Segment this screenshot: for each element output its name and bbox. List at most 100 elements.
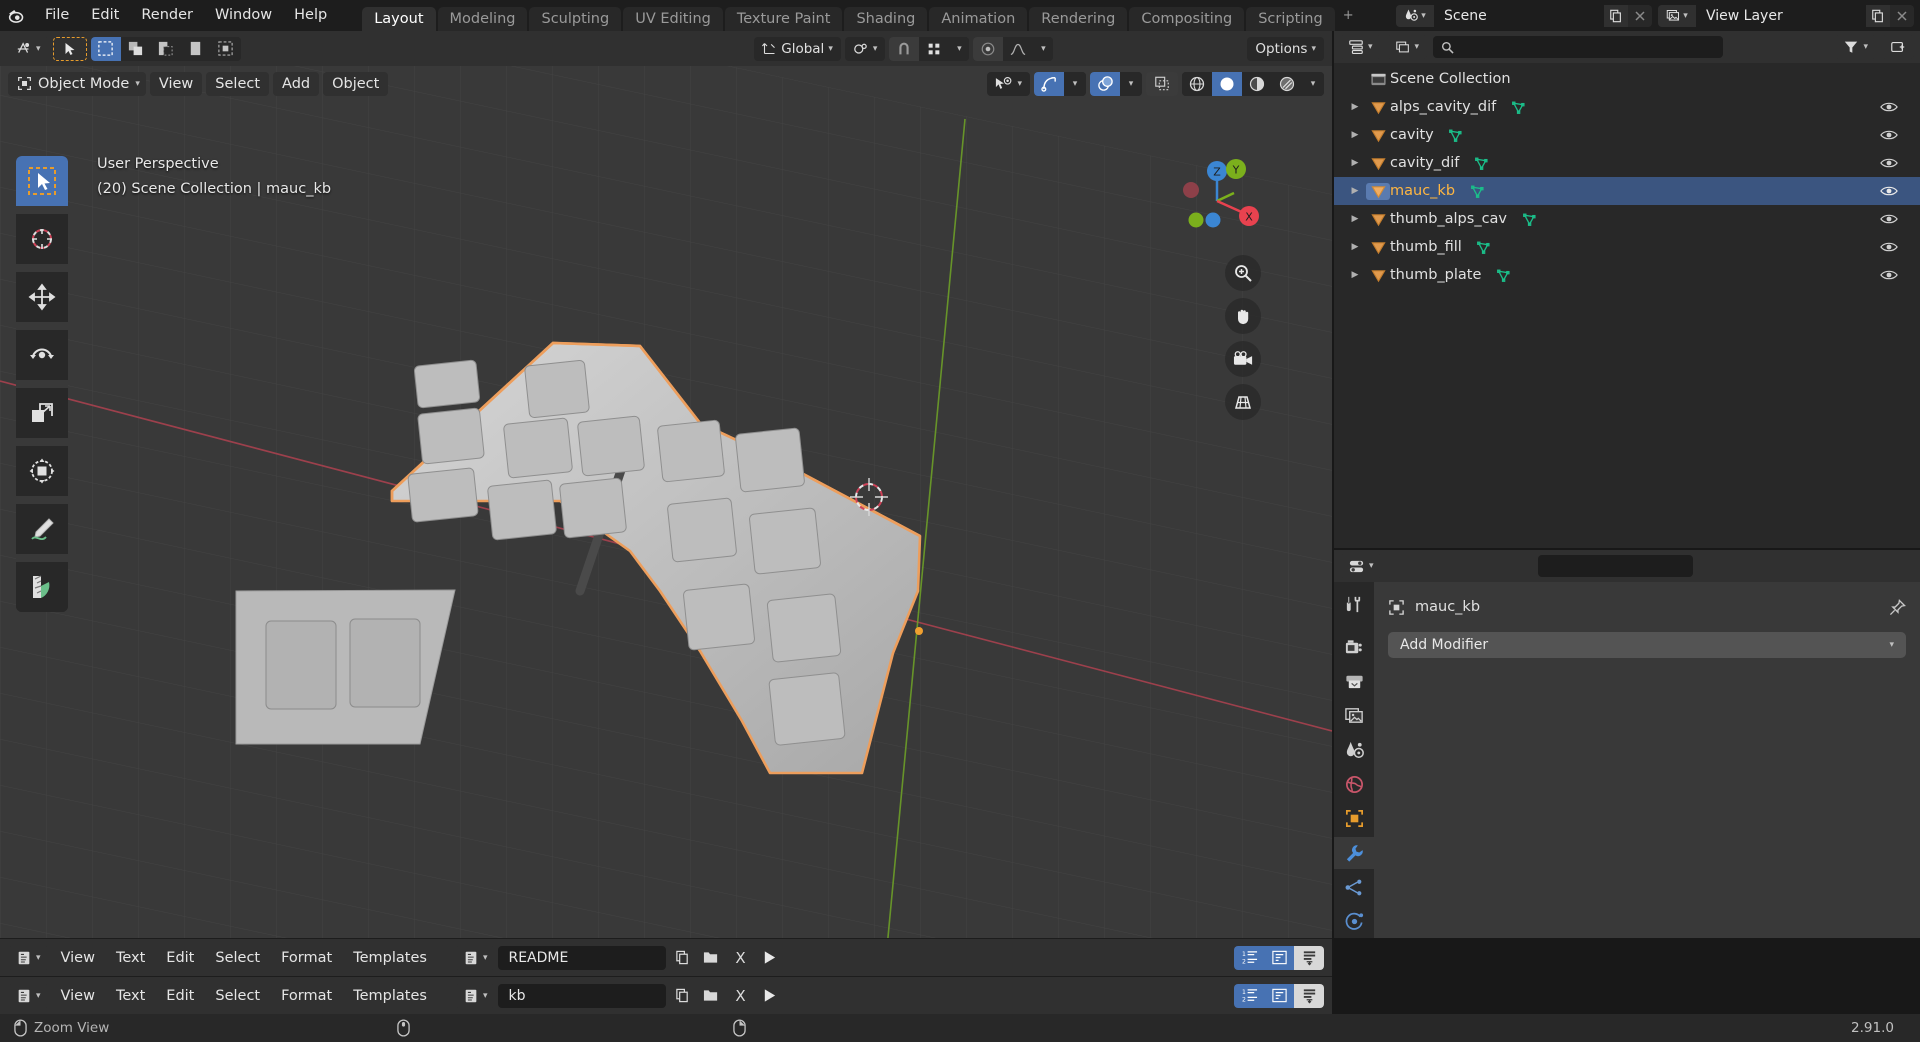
workspace-tab-layout[interactable]: Layout [362,7,436,31]
run-script-icon[interactable] [756,945,783,970]
viewport-menu-view[interactable]: View [149,71,203,96]
transform-tool-icon[interactable] [16,446,68,496]
scene-icon[interactable]: ▾ [1396,4,1434,27]
text-editor-icon[interactable]: ▾ [8,983,49,1008]
disclosure-triangle-icon[interactable]: ▶ [1344,102,1366,112]
outliner-row-cavity-dif[interactable]: ▶ cavity_dif [1334,149,1920,177]
disclosure-triangle-icon[interactable]: ▶ [1344,158,1366,168]
menu-edit[interactable]: Edit [80,0,130,31]
close-icon[interactable] [1628,4,1652,27]
mesh-data-icon[interactable] [1465,183,1489,200]
view-layer-name[interactable]: View Layer [1696,4,1866,27]
object-mode-selector[interactable]: Object Mode ▾ [8,71,146,96]
word-wrap-toggle-icon[interactable] [1264,945,1294,970]
mesh-data-icon[interactable] [1469,155,1493,172]
chevron-down-icon[interactable]: ▾ [1302,71,1324,96]
text-menu-format[interactable]: Format [272,984,341,1008]
syntax-highlight-toggle-icon[interactable] [1294,983,1324,1008]
render-tab-icon[interactable] [1334,631,1374,663]
view-layer-icon[interactable]: ▾ [1658,4,1696,27]
overlays-group[interactable]: ▾ [1090,71,1142,96]
zoom-view-icon[interactable] [1225,255,1261,291]
visibility-toggle-icon[interactable] [1880,240,1898,254]
scale-tool-icon[interactable] [16,388,68,438]
scene-selector[interactable]: ▾ Scene [1396,4,1652,27]
text-menu-text[interactable]: Text [107,946,154,970]
duplicate-icon[interactable] [1604,4,1628,27]
visibility-toggle-icon[interactable] [1880,184,1898,198]
text-filename-field[interactable]: README [498,945,667,970]
workspace-tab-scripting[interactable]: Scripting [1246,7,1335,31]
intersect-selection-icon[interactable] [210,36,241,61]
annotate-tool-icon[interactable] [16,504,68,554]
chevron-down-icon[interactable]: ▾ [1064,71,1086,96]
workspace-tab-sculpting[interactable]: Sculpting [529,7,622,31]
properties-editor[interactable]: ▾ mauc_kb Add Modifier ▾ [1334,550,1920,938]
workspace-tab-animation[interactable]: Animation [929,7,1028,31]
outliner-row-thumb-fill[interactable]: ▶ thumb_fill [1334,233,1920,261]
text-menu-format[interactable]: Format [272,946,341,970]
outliner-row-mauc-kb[interactable]: ▶ mauc_kb [1334,177,1920,205]
navigation-gizmo[interactable]: Z Y X [1172,156,1262,246]
word-wrap-toggle-icon[interactable] [1264,983,1294,1008]
outliner-row-thumb-alps-cav[interactable]: ▶ thumb_alps_cav [1334,205,1920,233]
select-mode-group[interactable] [90,36,241,61]
outliner-filter-id-icon[interactable]: ▾ [1386,35,1428,59]
viewport-options-button[interactable]: Options ▾ [1247,36,1324,61]
3d-viewport[interactable]: ▾ Global ▾ ▾ ▾ ▾ Options ▾ Object Mode ▾… [0,31,1332,938]
unlink-text-button[interactable]: X [727,983,754,1008]
disclosure-triangle-icon[interactable]: ▶ [1344,242,1366,252]
visibility-toggle-icon[interactable] [1880,156,1898,170]
toggle-ortho-persp-icon[interactable] [1225,384,1261,420]
mesh-data-icon[interactable] [1506,99,1530,116]
chevron-down-icon[interactable]: ▾ [949,36,970,61]
rendered-shading-icon[interactable] [1272,71,1302,96]
outliner-row-alps-cavity-dif[interactable]: ▶ alps_cavity_dif [1334,93,1920,121]
particles-tab-icon[interactable] [1334,871,1374,903]
unlink-text-button[interactable]: X [727,945,754,970]
transform-orientation-selector[interactable]: Global ▾ [754,36,841,61]
text-menu-templates[interactable]: Templates [344,984,436,1008]
modifier-tab-icon[interactable] [1334,836,1374,870]
text-menu-select[interactable]: Select [206,984,269,1008]
outliner-search-field[interactable] [1460,39,1716,55]
world-tab-icon[interactable] [1334,768,1374,800]
add-modifier-button[interactable]: Add Modifier ▾ [1388,632,1906,658]
menu-window[interactable]: Window [204,0,283,31]
mesh-data-icon[interactable] [1491,267,1515,284]
properties-search-input[interactable] [1537,555,1722,577]
text-datablock-icon[interactable]: ▾ [454,983,496,1008]
workspace-tab-uv-editing[interactable]: UV Editing [623,7,723,31]
text-menu-edit[interactable]: Edit [157,984,203,1008]
disclosure-triangle-icon[interactable]: ▶ [1344,214,1366,224]
tool-tab-icon[interactable] [1334,588,1374,620]
move-view-icon[interactable] [1225,298,1261,334]
wireframe-shading-icon[interactable] [1182,71,1212,96]
properties-search-field[interactable] [1551,558,1722,574]
disclosure-triangle-icon[interactable]: ▶ [1344,130,1366,140]
outliner-row-cavity[interactable]: ▶ cavity [1334,121,1920,149]
disclosure-triangle-icon[interactable]: ▶ [1344,186,1366,196]
measure-tool-icon[interactable] [16,562,68,612]
close-icon[interactable] [1890,4,1914,27]
workspace-tab-compositing[interactable]: Compositing [1129,7,1245,31]
view-layer-selector[interactable]: ▾ View Layer [1658,4,1914,27]
filter-icon[interactable]: ▾ [1835,35,1876,59]
open-text-icon[interactable] [698,945,725,970]
text-filename-field[interactable]: kb [498,983,667,1008]
camera-view-icon[interactable] [1225,341,1261,377]
snap-magnet-icon[interactable] [889,36,920,61]
subtract-selection-icon[interactable] [150,36,181,61]
text-menu-view[interactable]: View [52,984,104,1008]
proportional-edit-group[interactable]: ▾ [973,36,1054,61]
pivot-point-selector[interactable]: ▾ [844,36,886,61]
solid-shading-icon[interactable] [1212,71,1242,96]
text-menu-templates[interactable]: Templates [344,946,436,970]
menu-file[interactable]: File [34,0,80,31]
workspace-tab-shading[interactable]: Shading [844,7,928,31]
viewport-menu-object[interactable]: Object [323,71,389,96]
shading-mode-group[interactable]: ▾ [1182,71,1324,96]
snap-increment-icon[interactable] [919,36,950,61]
visibility-toggle-icon[interactable] [1880,212,1898,226]
text-menu-edit[interactable]: Edit [157,946,203,970]
